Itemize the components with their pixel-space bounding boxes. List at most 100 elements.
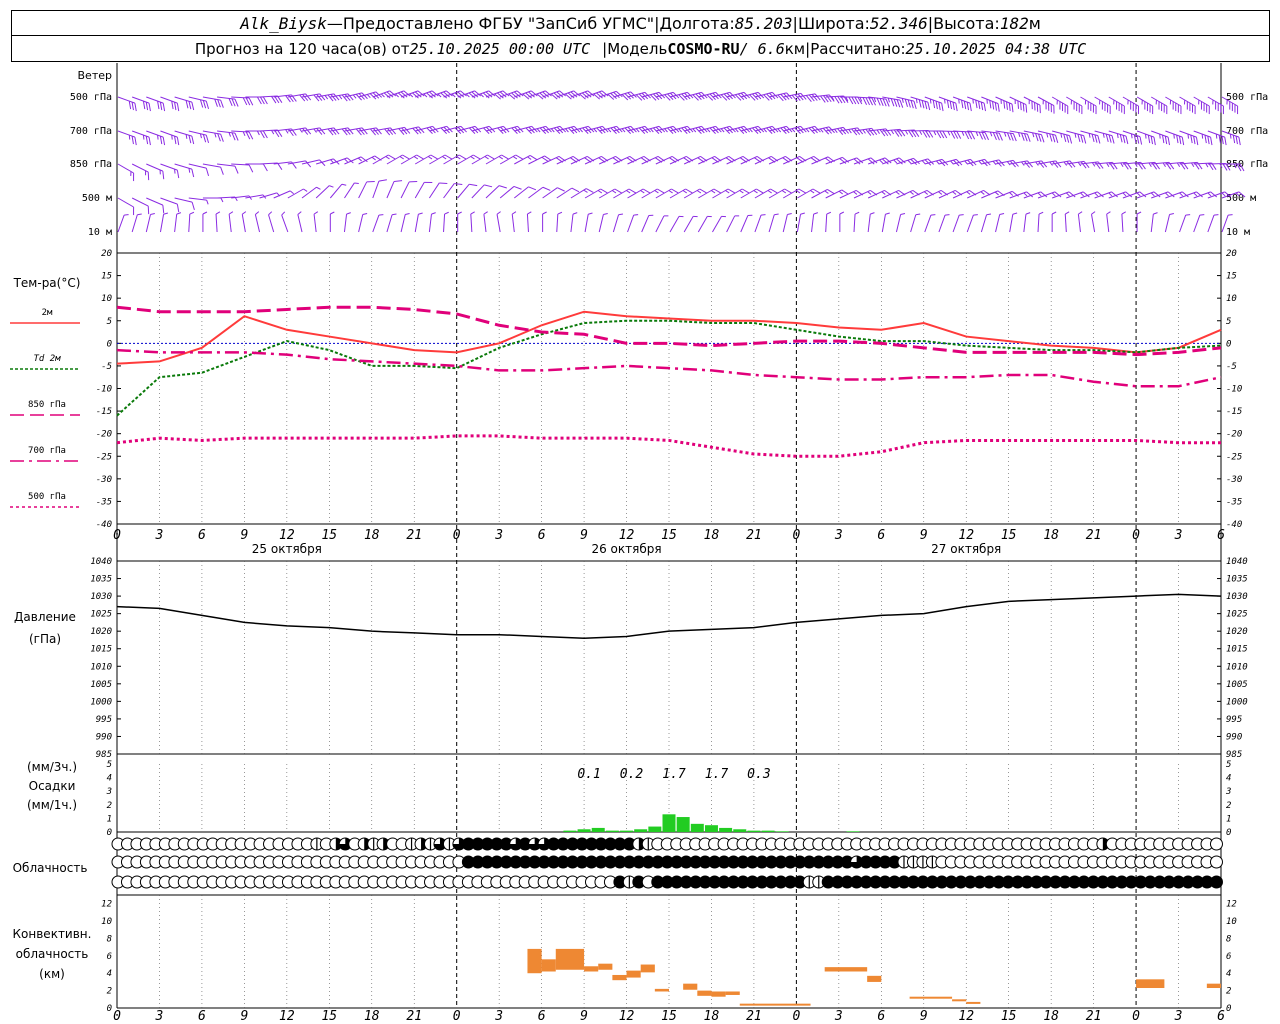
wind-barb-half-feather [693,215,698,218]
wind-barb [231,163,254,173]
wind-barb-half-feather [747,214,753,216]
temp-ytick-right: 5 [1226,317,1231,327]
wind-barb-staff [1064,214,1067,233]
wind-barb-half-feather [1065,211,1070,215]
wind-barb-staff [1009,214,1014,233]
precip-bar [761,830,775,832]
wind-barb-half-feather [1006,161,1011,166]
temp-ytick-right: -15 [1226,407,1242,417]
wind-barb-staff [669,216,680,233]
temp-legend-label: 500 гПа [28,492,66,502]
wind-barb-staff [697,216,708,233]
hour-tick-label-lower: 21 [1086,1009,1102,1024]
wind-barb-half-feather [330,211,335,215]
wind-barb-half-feather [1150,192,1155,197]
hour-tick-label-lower: 9 [240,1009,248,1024]
wind-barb-half-feather [344,158,348,163]
wind-barb-half-feather [966,191,971,195]
wind-barb [612,213,624,233]
wind-barb-staff [483,214,487,233]
wind-barb [627,91,651,101]
hour-tick-label-upper: 3 [494,528,503,543]
wind-barb [372,214,384,233]
wind-barb-staff [146,197,164,206]
wind-barb-staff [655,215,665,233]
wind-barb-half-feather [242,131,246,137]
hour-tick-label-lower: 0 [792,1009,800,1024]
wind-barb-half-feather [329,185,334,188]
wind-barb-half-feather [650,128,654,133]
wind-barb-feather [1082,191,1090,198]
pressure-ytick-left: 1005 [90,680,112,690]
wind-barb-half-feather [749,128,753,133]
temp-ytick-right: -10 [1226,385,1242,395]
wind-barb-staff [131,214,138,233]
conv-ytick-right: 12 [1226,900,1237,910]
pressure-title: Давление [14,610,76,624]
wind-barb [995,159,1019,168]
wind-barb-half-feather [633,214,639,216]
wind-level-label-left: 500 гПа [70,92,112,103]
hour-tick-label-lower: 15 [321,1009,337,1024]
wind-barb-half-feather [215,211,221,215]
wind-barb-half-feather [303,188,308,192]
conv-ytick-right: 2 [1226,987,1231,997]
wind-barb-staff [895,214,902,233]
wind-barb-feather [262,163,268,172]
wind-barb-half-feather [607,128,612,133]
wind-barb [343,212,351,233]
wind-barb [400,212,410,233]
wind-barb-half-feather [542,211,547,215]
temp-legend-label: Td 2м [33,354,61,364]
wind-barb-staff [980,214,988,233]
wind-barb-half-feather [220,197,224,203]
wind-barb-half-feather [945,214,950,216]
wind-level-label-right: 10 м [1226,227,1250,238]
wind-barb-half-feather [853,191,858,195]
hour-tick-label-upper: 6 [1217,528,1225,543]
wind-barb-half-feather [511,211,517,215]
wind-barb-feather [191,169,195,178]
wind-barb-staff [273,190,291,199]
precip-ytick-right: 5 [1226,760,1231,770]
conv-cloud-bar [909,996,953,999]
wind-barb [613,91,637,101]
temp-title: Тем-ра(°C) [13,276,81,290]
wind-barb [1077,211,1083,233]
wind-barb-feather [398,128,405,135]
wind-barb-staff [457,183,470,199]
pressure-ytick-right: 1035 [1226,575,1248,585]
precip-ytick-left: 0 [107,828,112,838]
wind-barb [202,163,224,175]
hour-tick-label-upper: 0 [792,528,800,543]
hour-tick-label-lower: 15 [661,1009,677,1024]
hour-tick-label-lower: 6 [198,1009,206,1024]
hour-tick-label-lower: 3 [1174,1009,1183,1024]
precip-bar [605,830,619,832]
temp-ytick-right: -40 [1226,520,1242,530]
conv-cloud-bar [867,975,882,982]
wind-barb [513,186,537,199]
wind-barb [315,185,334,199]
wind-barb-half-feather [1121,211,1127,215]
wind-barb-staff [938,214,946,233]
wind-barb-half-feather [297,211,302,215]
conv-cloud-bar [626,970,641,978]
wind-barb-staff [712,216,722,233]
wind-barb [174,212,182,233]
hour-tick-label-lower: 18 [1043,1009,1059,1024]
wind-barb [839,127,864,136]
wind-barb-half-feather [470,211,475,215]
pressure-ytick-left: 995 [96,715,112,725]
temp-ytick-left: 15 [101,272,112,282]
pressure-unit: (гПа) [29,632,61,646]
precip-ytick-left: 2 [107,801,112,811]
wind-barb-feather [133,206,135,216]
wind-barb-half-feather [1106,162,1110,168]
wind-barb-half-feather [787,212,792,215]
temp-series-2 [116,305,1222,357]
wind-barb [117,96,137,112]
hour-tick-label-upper: 12 [619,528,635,543]
wind-barb-feather [1097,191,1104,198]
wind-barb-feather [513,185,522,190]
